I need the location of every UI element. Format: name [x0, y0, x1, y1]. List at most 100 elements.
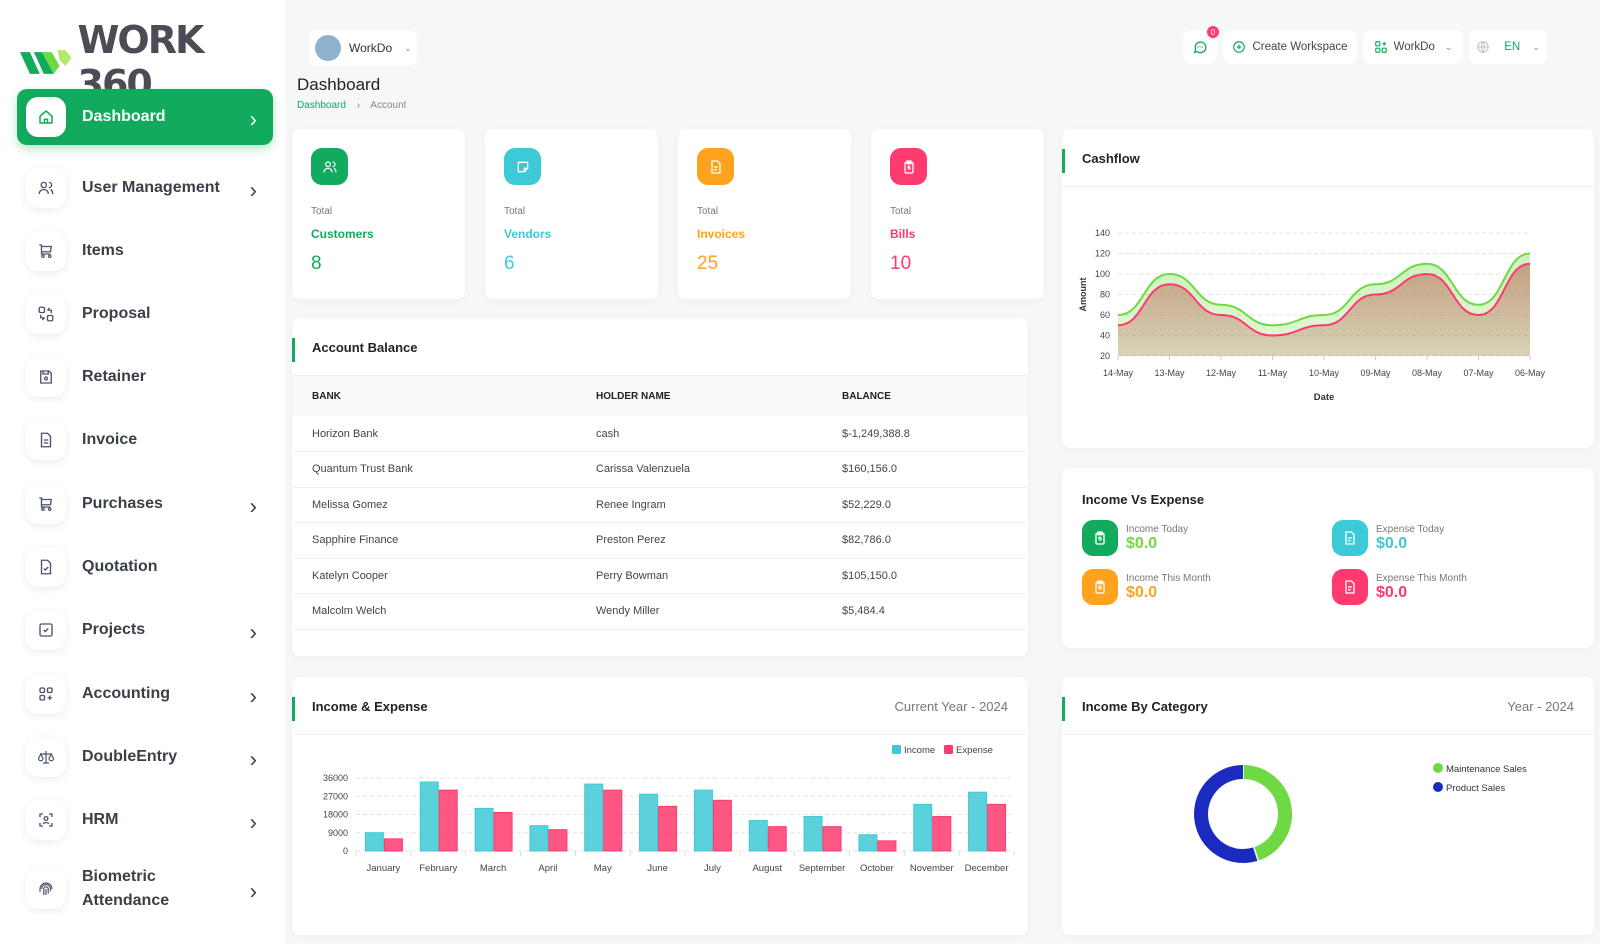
sidebar-item-doubleentry[interactable]: DoubleEntry › — [17, 729, 273, 785]
accent-bar — [292, 338, 295, 362]
summary-icon-wrap — [1332, 520, 1368, 556]
y-tick-label: 60 — [1100, 310, 1110, 320]
sidebar: WORK 360 Dashboard › User Management › Items… — [0, 0, 285, 944]
balance-cell: $-1,249,388.8 — [822, 416, 1028, 452]
globe-icon — [1477, 41, 1489, 53]
stat-icon-wrap — [890, 148, 927, 185]
clipboard-dollar-icon — [1095, 531, 1105, 545]
cart-icon-wrap — [26, 484, 66, 524]
sidebar-item-quotation[interactable]: Quotation — [17, 539, 273, 595]
x-tick-label: 11-May — [1258, 368, 1288, 378]
sidebar-item-hrm[interactable]: HRM › — [17, 792, 273, 848]
chevron-right-icon: › — [249, 809, 257, 835]
table-row[interactable]: Melissa Gomez Renee Ingram $52,229.0 — [292, 487, 1028, 523]
sidebar-item-purchases[interactable]: Purchases › — [17, 476, 273, 532]
language-label: EN — [1504, 41, 1521, 53]
stat-label-top: Total — [504, 206, 526, 217]
y-axis-title: Amount — [1078, 278, 1088, 312]
expense-bar — [877, 840, 897, 852]
income-bar — [858, 834, 878, 852]
sidebar-item-dashboard[interactable]: Dashboard › — [17, 89, 273, 145]
file-invoice-icon — [40, 432, 52, 448]
y-tick-label: 9000 — [328, 828, 348, 838]
messages-button[interactable]: 0 — [1183, 26, 1219, 64]
card-header: Account Balance — [292, 318, 1028, 376]
sidebar-item-retainer[interactable]: Retainer — [17, 349, 273, 405]
sidebar-item-items[interactable]: Items — [17, 223, 273, 279]
stat-card-customers[interactable]: Total Customers 8 — [292, 129, 465, 299]
y-tick-label: 120 — [1095, 249, 1110, 259]
sidebar-item-label: Items — [82, 242, 124, 259]
summary-expense-this-month: Expense This Month $0.0 — [1332, 569, 1467, 605]
legend-swatch — [944, 745, 953, 754]
x-tick-label: December — [965, 863, 1009, 874]
sidebar-item-user-management[interactable]: User Management › — [17, 160, 273, 216]
income-vs-expense-card: Income Vs Expense Income Today $0.0 Expens… — [1062, 468, 1594, 648]
apps-plus-icon — [39, 687, 53, 701]
x-tick-label: September — [799, 863, 845, 874]
sidebar-item-label: Projects — [82, 621, 146, 638]
table-row[interactable]: Sapphire Finance Preston Perez $82,786.0 — [292, 522, 1028, 559]
expense-bar — [493, 811, 513, 852]
stat-card-invoices[interactable]: Total Invoices 25 — [678, 129, 851, 299]
workspace-avatar — [315, 35, 341, 61]
file-check-icon-wrap — [26, 547, 66, 587]
y-tick-label: 0 — [343, 846, 348, 856]
cart-icon-wrap — [26, 231, 66, 271]
stat-label: Vendors — [504, 227, 552, 241]
sidebar-item-proposal[interactable]: Proposal — [17, 286, 273, 342]
page-title: Dashboard — [297, 75, 381, 94]
chevron-right-icon: › — [249, 106, 257, 132]
checkbox-icon-wrap — [26, 610, 66, 650]
y-tick-label: 18000 — [323, 810, 348, 820]
expense-bar — [712, 799, 732, 852]
x-tick-label: 07-May — [1463, 368, 1494, 378]
stat-card-bills[interactable]: Total Bills 10 — [871, 129, 1044, 299]
income-bar — [584, 783, 604, 852]
income-vs-expense-title: Income Vs Expense — [1082, 492, 1205, 507]
accent-bar — [1062, 149, 1065, 173]
sidebar-item-projects[interactable]: Projects › — [17, 602, 273, 658]
chevron-down-icon: ⌄ — [404, 42, 412, 53]
bank-cell: Melissa Gomez — [292, 487, 576, 523]
table-row[interactable]: Malcolm Welch Wendy Miller $5,484.4 — [292, 593, 1028, 630]
balance-cell: $82,786.0 — [822, 522, 1028, 559]
users-icon — [322, 160, 337, 172]
bank-cell: Quantum Trust Bank — [292, 451, 576, 488]
expense-bar — [548, 829, 568, 852]
sidebar-item-accounting[interactable]: Accounting › — [17, 666, 273, 722]
column-header: BANK — [292, 376, 576, 416]
chevron-right-icon: › — [249, 493, 257, 519]
file-text-icon — [710, 159, 721, 174]
clipboard-dollar-icon — [903, 159, 914, 174]
stat-value: 6 — [504, 253, 515, 274]
income-bar — [968, 791, 988, 852]
sidebar-item-biometric-attendance[interactable]: Biometric Attendance › — [17, 858, 273, 920]
summary-income-today: Income Today $0.0 — [1082, 520, 1188, 556]
card-header: Income & Expense Current Year - 2024 — [292, 677, 1028, 735]
floppy-icon-wrap — [26, 357, 66, 397]
workspace-switch-button[interactable]: WorkDo ⌄ — [1363, 30, 1463, 64]
income-bar — [748, 820, 768, 852]
workspace-selector[interactable]: WorkDo ⌄ — [309, 30, 417, 66]
topbar: WorkDo ⌄ Dashboard Dashboard › Account 0… — [285, 0, 1600, 124]
language-selector[interactable]: EN ⌄ — [1469, 30, 1547, 64]
table-row[interactable]: Katelyn Cooper Perry Bowman $105,150.0 — [292, 558, 1028, 594]
legend-label: Maintenance Sales — [1446, 764, 1527, 775]
table-row[interactable]: Horizon Bank cash $-1,249,388.8 — [292, 416, 1028, 452]
income-by-category-donut-chart: Maintenance Sales Product Sales — [1194, 763, 1527, 863]
expense-bar — [767, 826, 787, 852]
summary-amount: $0.0 — [1126, 583, 1158, 601]
income-bar — [364, 832, 384, 852]
income-bar — [913, 803, 933, 852]
table-row[interactable]: Quantum Trust Bank Carissa Valenzuela $160… — [292, 451, 1028, 488]
chat-icon — [1193, 41, 1207, 54]
breadcrumb-dashboard[interactable]: Dashboard — [297, 100, 346, 111]
create-workspace-button[interactable]: Create Workspace — [1223, 30, 1357, 64]
stat-value: 10 — [890, 253, 912, 274]
holder-cell: Carissa Valenzuela — [576, 451, 822, 488]
sidebar-item-invoice[interactable]: Invoice — [17, 412, 273, 468]
notification-badge: 0 — [1207, 26, 1219, 38]
sidebar-item-label: Quotation — [82, 558, 158, 575]
stat-card-vendors[interactable]: Total Vendors 6 — [485, 129, 658, 299]
